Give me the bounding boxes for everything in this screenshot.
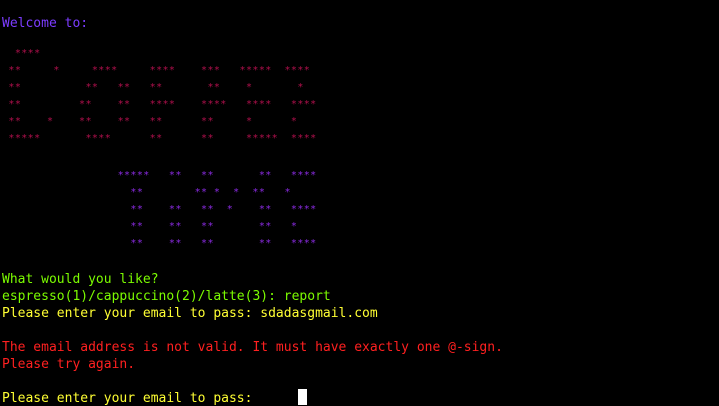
time-ascii-art: ***** ** ** ** **** ** ** * * ** * ** **… (117, 170, 317, 249)
error-message: The email address is not valid. It must … (2, 340, 503, 355)
welcome-text: Welcome to: (2, 16, 89, 31)
terminal-window[interactable]: Welcome to: **** ** * **** **** *** ****… (0, 0, 719, 406)
email-prompt-input-line[interactable]: Please enter your email to pass: (2, 390, 260, 406)
email-prompt-first: Please enter your email to pass: sdadasg… (2, 306, 378, 321)
coffee-ascii-art: **** ** * **** **** *** ***** **** ** **… (8, 48, 317, 144)
drink-options-prompt: espresso(1)/cappuccino(2)/latte(3): repo… (2, 289, 331, 304)
question-text: What would you like? (2, 272, 159, 287)
retry-message: Please try again. (2, 357, 136, 372)
text-cursor[interactable] (298, 389, 307, 405)
